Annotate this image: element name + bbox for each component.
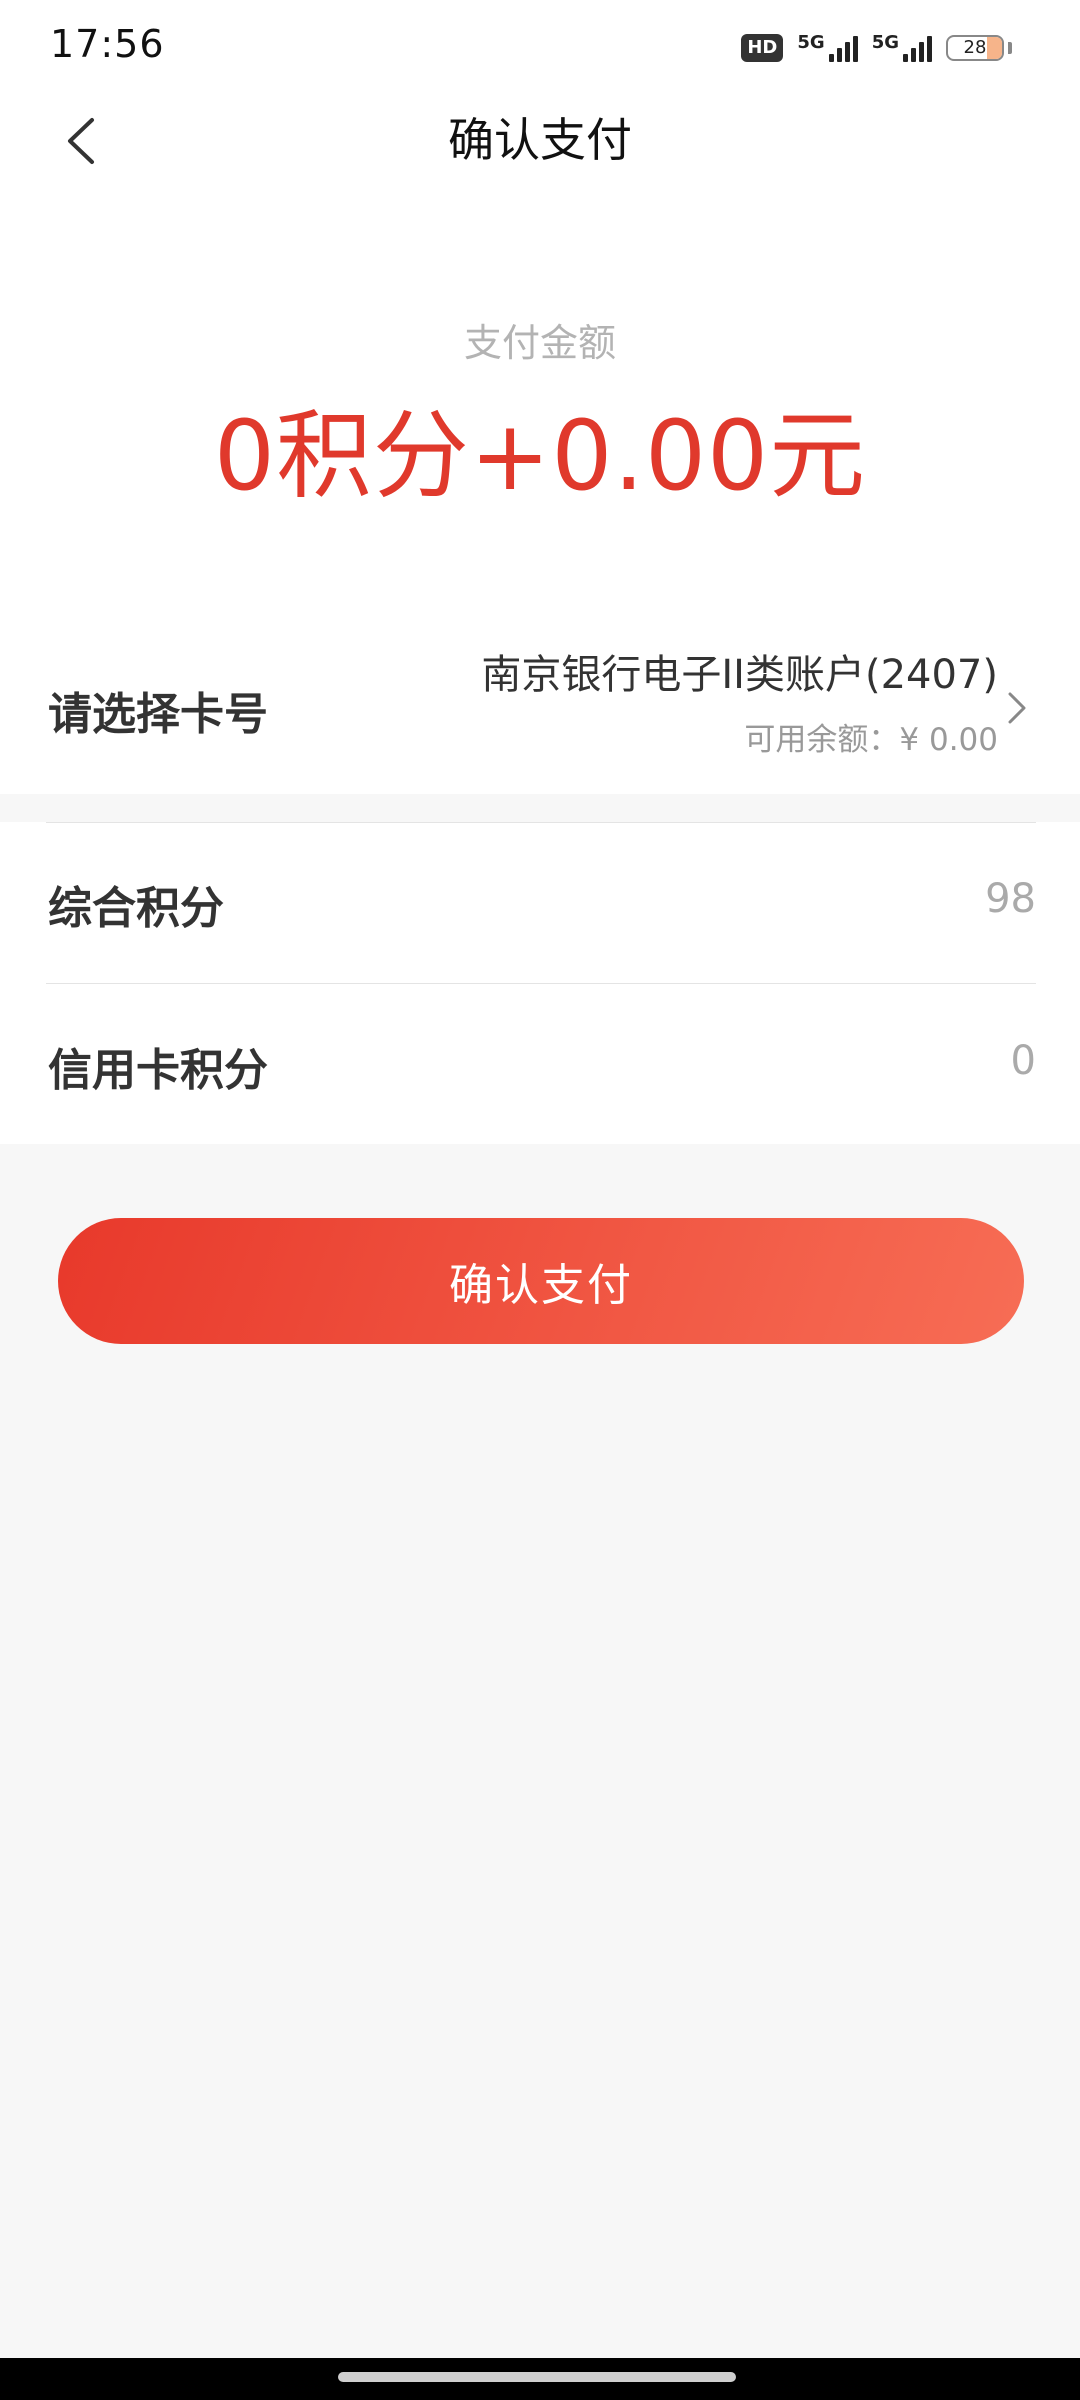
signal-bars-icon-secondary (903, 34, 932, 62)
points-row-credit-card: 信用卡积分 0 (0, 984, 1080, 1144)
status-icons: HD 5G 5G 28 (741, 30, 1012, 66)
status-bar: 17:56 HD 5G 5G 28 (0, 0, 1080, 96)
card-balance: 可用余额：¥ 0.00 (744, 722, 998, 758)
battery-fill (986, 37, 1002, 59)
system-nav-bar (0, 2358, 1080, 2400)
nav-bar: 确认支付 (0, 96, 1080, 182)
battery-icon: 28 (946, 35, 1004, 61)
payment-confirm-screen: 17:56 HD 5G 5G 28 确认支付 支付金额 0积分+0.00元 请选… (0, 0, 1080, 2400)
points-label: 综合积分 (48, 883, 224, 934)
points-value: 98 (985, 876, 1036, 922)
section-gap (0, 794, 1080, 822)
amount-value: 0积分+0.00元 (213, 400, 867, 512)
signal-bars-icon (828, 34, 858, 62)
home-indicator[interactable] (338, 2372, 736, 2382)
battery-level: 28 (963, 37, 987, 58)
points-list: 综合积分 98 信用卡积分 0 (0, 822, 1080, 1144)
network-type-label-secondary: 5G (871, 32, 899, 53)
points-value: 0 (1010, 1038, 1036, 1084)
signal-icon-secondary: 5G (872, 34, 932, 62)
points-label: 信用卡积分 (48, 1045, 268, 1096)
page-title: 确认支付 (448, 113, 632, 167)
confirm-payment-button[interactable]: 确认支付 (58, 1218, 1024, 1344)
points-row-general: 综合积分 98 (0, 822, 1080, 982)
amount-section: 支付金额 0积分+0.00元 (0, 182, 1080, 622)
card-selector[interactable]: 请选择卡号 南京银行电子II类账户(2407) 可用余额：¥ 0.00 (0, 622, 1080, 794)
battery-cap (1008, 42, 1012, 54)
hd-voice-icon: HD (741, 34, 784, 62)
card-selector-label: 请选择卡号 (48, 689, 268, 740)
signal-icon: 5G (797, 32, 858, 62)
network-type-label: 5G (797, 32, 825, 53)
chevron-right-icon (1008, 692, 1026, 724)
status-time: 17:56 (50, 22, 165, 66)
amount-label: 支付金额 (463, 321, 616, 365)
card-name: 南京银行电子II类账户(2407) (481, 652, 998, 698)
